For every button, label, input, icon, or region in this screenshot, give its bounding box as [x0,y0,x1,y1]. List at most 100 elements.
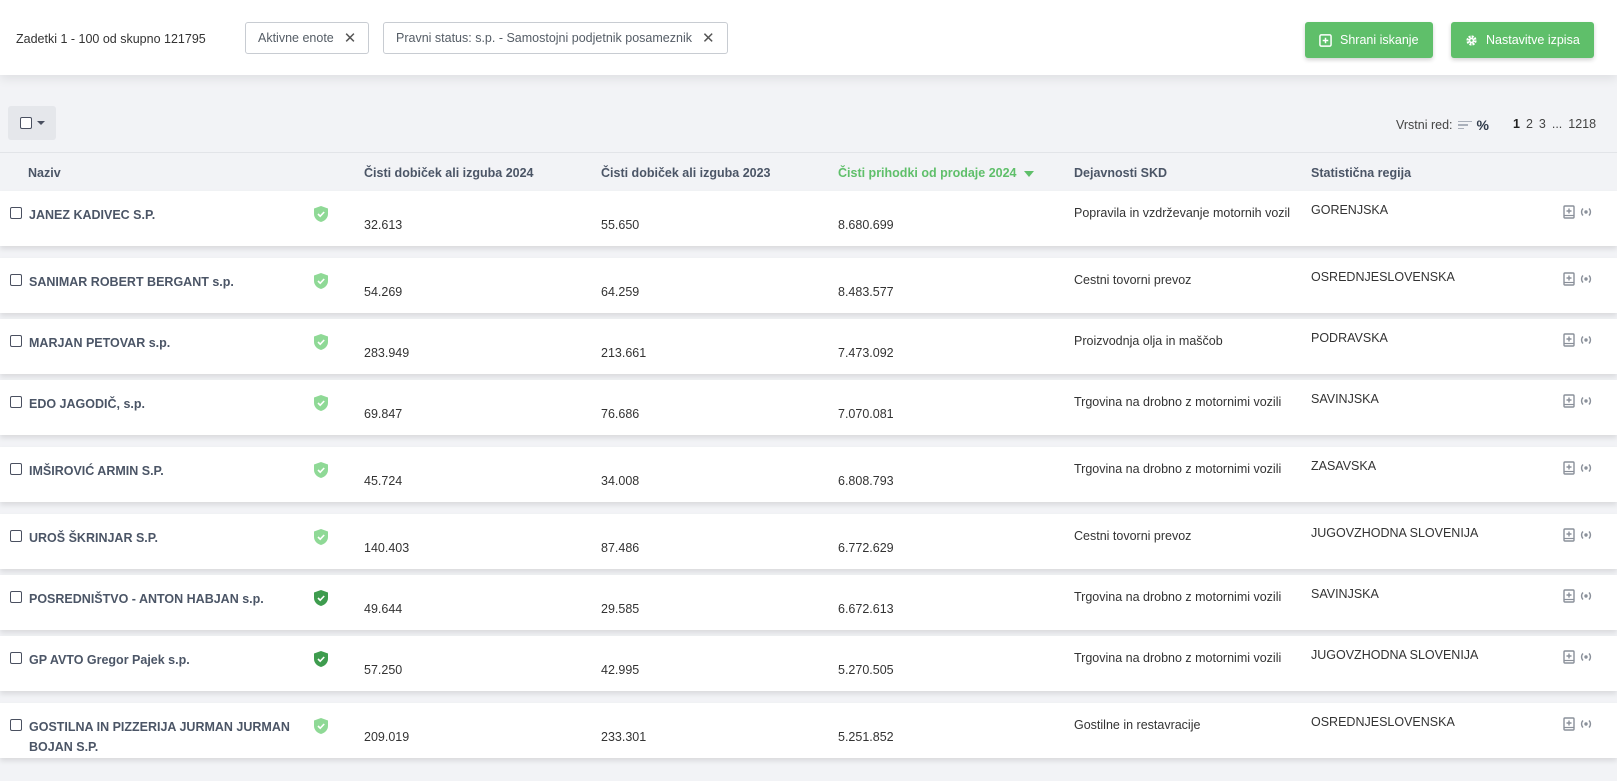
shield-check-icon [314,334,328,350]
bookmark-icon[interactable] [1563,394,1575,408]
statistical-region: PODRAVSKA [1311,331,1388,345]
profit-2024-value: 69.847 [364,407,403,421]
revenue-2024-value: 6.772.629 [838,541,894,555]
table-row[interactable]: IMŠIROVIĆ ARMIN S.P. 45.724 34.008 6.808.79… [0,447,1617,502]
company-name-link[interactable]: POSREDNIŠTVO - ANTON HABJAN s.p. [29,589,299,609]
close-icon[interactable]: ✕ [702,31,715,46]
row-checkbox[interactable] [10,530,22,542]
monitor-icon[interactable] [1579,334,1593,346]
skd-activity: Popravila in vzdrževanje motornih vozil [1074,206,1291,220]
profit-2023-value: 87.486 [601,541,640,555]
column-header-name[interactable]: Naziv [28,166,61,180]
profit-2024-value: 57.250 [364,663,403,677]
bookmark-icon[interactable] [1563,461,1575,475]
sort-order: Vrstni red: % [1396,117,1489,133]
skd-activity: Trgovina na drobno z motornimi vozili [1074,395,1282,409]
profit-2024-value: 49.644 [364,602,403,616]
table-row[interactable]: JANEZ KADIVEC S.P. 32.613 55.650 8.680.699 P… [0,191,1617,246]
shield-check-icon [314,718,328,734]
company-name-link[interactable]: IMŠIROVIĆ ARMIN S.P. [29,461,299,481]
monitor-icon[interactable] [1579,462,1593,474]
page-ellipsis: ... [1551,117,1563,131]
shield-check-icon [314,206,328,222]
page-link[interactable]: 3 [1539,117,1546,131]
row-checkbox[interactable] [10,652,22,664]
shield-check-icon [314,529,328,545]
profit-2024-value: 283.949 [364,346,410,360]
bookmark-icon[interactable] [1563,589,1575,603]
results-count: Zadetki 1 - 100 od skupno 121795 [16,32,206,46]
shield-check-icon [314,590,328,606]
revenue-2024-value: 5.270.505 [838,663,894,677]
display-settings-button[interactable]: Nastavitve izpisa [1451,22,1594,58]
company-name-link[interactable]: MARJAN PETOVAR s.p. [29,333,299,353]
bookmark-icon[interactable] [1563,333,1575,347]
statistical-region: SAVINJSKA [1311,392,1379,406]
row-checkbox[interactable] [10,335,22,347]
table-row[interactable]: UROŠ ŠKRINJAR S.P. 140.403 87.486 6.772.629… [0,514,1617,569]
skd-activity: Gostilne in restavracije [1074,718,1201,732]
bookmark-plus-icon [1319,33,1332,47]
page-link-current[interactable]: 1 [1513,117,1520,131]
company-name-link[interactable]: EDO JAGODIČ, s.p. [29,394,299,414]
divider [0,152,1617,153]
bookmark-icon[interactable] [1563,717,1575,731]
page-link[interactable]: 2 [1526,117,1533,131]
company-name-link[interactable]: UROŠ ŠKRINJAR S.P. [29,528,299,548]
table-row[interactable]: POSREDNIŠTVO - ANTON HABJAN s.p. 49.644 29… [0,575,1617,630]
company-name-link[interactable]: JANEZ KADIVEC S.P. [29,205,299,225]
profit-2023-value: 55.650 [601,218,640,232]
select-all-checkbox[interactable] [19,117,32,129]
sort-desc-icon [1023,170,1034,177]
company-name-link[interactable]: GOSTILNA IN PIZZERIJA JURMAN JURMAN BOJA… [29,717,299,757]
statistical-region: SAVINJSKA [1311,587,1379,601]
monitor-icon[interactable] [1579,395,1593,407]
monitor-icon[interactable] [1579,206,1593,218]
profit-2023-value: 213.661 [601,346,647,360]
row-checkbox[interactable] [10,396,22,408]
sort-lines-icon[interactable] [1457,119,1472,132]
monitor-icon[interactable] [1579,590,1593,602]
table-row[interactable]: SANIMAR ROBERT BERGANT s.p. 54.269 64.259 8… [0,258,1617,313]
row-checkbox[interactable] [10,591,22,603]
column-header-revenue-2024[interactable]: Čisti prihodki od prodaje 2024 [838,166,1034,180]
monitor-icon[interactable] [1579,651,1593,663]
table-row[interactable]: MARJAN PETOVAR s.p. 283.949 213.661 7.473.0… [0,319,1617,374]
bookmark-icon[interactable] [1563,650,1575,664]
page-link-last[interactable]: 1218 [1568,117,1596,131]
monitor-icon[interactable] [1579,529,1593,541]
monitor-icon[interactable] [1579,718,1593,730]
column-header-profit-2023[interactable]: Čisti dobiček ali izguba 2023 [601,166,771,180]
company-name-link[interactable]: SANIMAR ROBERT BERGANT s.p. [29,272,299,292]
bookmark-icon[interactable] [1563,528,1575,542]
company-name-link[interactable]: GP AVTO Gregor Pajek s.p. [29,650,299,670]
skd-activity: Trgovina na drobno z motornimi vozili [1074,590,1282,604]
filter-chip-active[interactable]: Aktivne enote ✕ [245,22,370,54]
revenue-2024-value: 7.473.092 [838,346,894,360]
skd-activity: Proizvodnja olja in maščob [1074,334,1223,348]
table-row[interactable]: EDO JAGODIČ, s.p. 69.847 76.686 7.070.081 Tr… [0,380,1617,435]
bookmark-icon[interactable] [1563,205,1575,219]
monitor-icon[interactable] [1579,273,1593,285]
column-header-region[interactable]: Statistična regija [1311,166,1411,180]
row-checkbox[interactable] [10,207,22,219]
statistical-region: OSREDNJESLOVENSKA [1311,270,1455,284]
bookmark-icon[interactable] [1563,272,1575,286]
revenue-2024-value: 7.070.081 [838,407,894,421]
statistical-region: JUGOVZHODNA SLOVENIJA [1311,526,1479,540]
row-checkbox[interactable] [10,463,22,475]
close-icon[interactable]: ✕ [344,31,357,46]
column-header-profit-2024[interactable]: Čisti dobiček ali izguba 2024 [364,166,534,180]
shield-check-icon [314,273,328,289]
sort-percent-toggle[interactable]: % [1477,117,1489,133]
profit-2023-value: 64.259 [601,285,640,299]
column-header-skd[interactable]: Dejavnosti SKD [1074,166,1167,180]
save-search-button[interactable]: Shrani iskanje [1305,22,1433,58]
chevron-down-icon [36,121,45,125]
row-checkbox[interactable] [10,274,22,286]
select-all-dropdown[interactable] [8,106,56,140]
table-row[interactable]: GOSTILNA IN PIZZERIJA JURMAN JURMAN BOJA… [0,703,1617,758]
table-row[interactable]: GP AVTO Gregor Pajek s.p. 57.250 42.995 5.2… [0,636,1617,691]
filter-chip-legal-status[interactable]: Pravni status: s.p. - Samostojni podjetn… [383,22,728,54]
row-checkbox[interactable] [10,719,22,731]
